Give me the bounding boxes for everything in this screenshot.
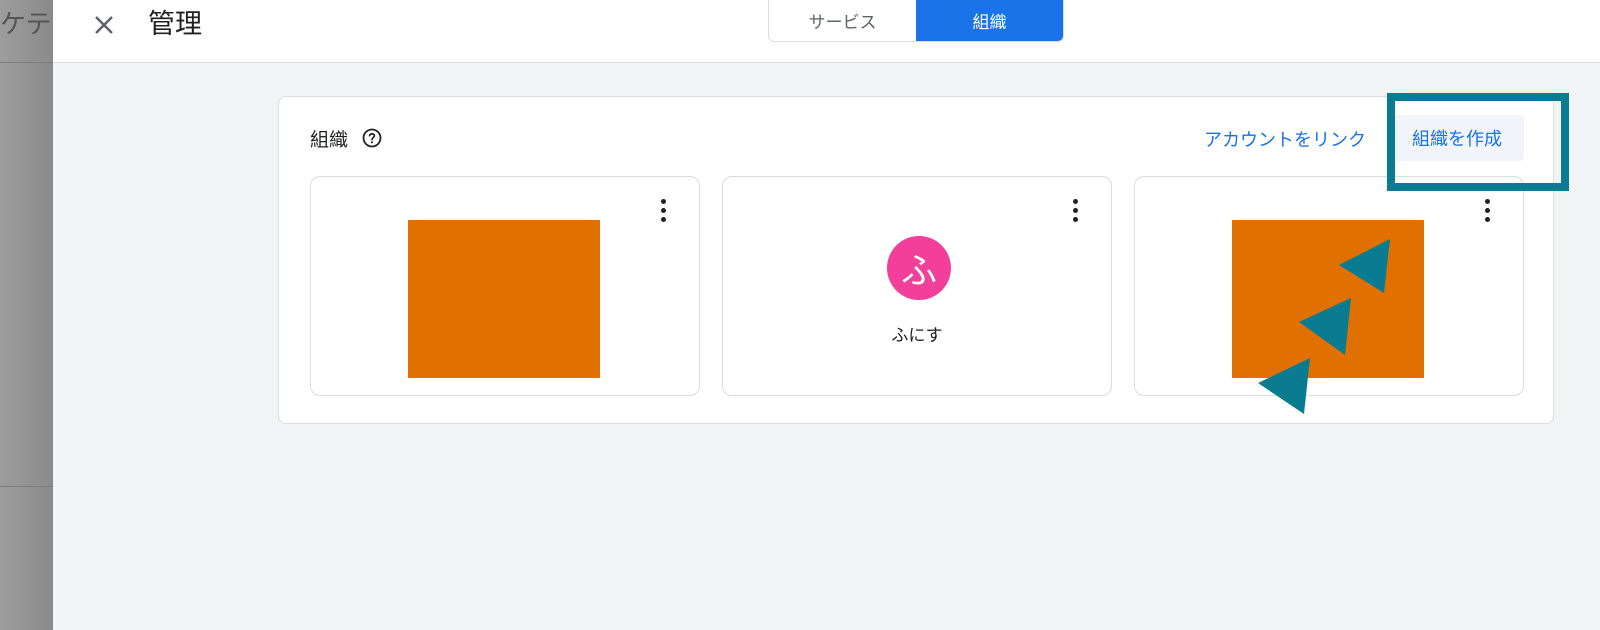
org-logo: [1232, 220, 1424, 378]
link-account-link[interactable]: アカウントをリンク: [1204, 126, 1366, 152]
organizations-card: 組織 アカウントをリンク 組織を作成 ふ ふにす: [278, 96, 1554, 424]
background-page-text: ケテ: [0, 10, 52, 40]
more-vert-icon[interactable]: [651, 195, 675, 225]
org-tile[interactable]: [310, 176, 700, 396]
top-bar: 管理 サービス 組織: [53, 0, 1600, 63]
close-button[interactable]: [87, 8, 121, 42]
org-name: ふにす: [891, 326, 943, 346]
page-title: 管理: [148, 9, 202, 40]
close-icon: [95, 16, 113, 34]
view-toggle: サービス 組織: [768, 0, 1064, 42]
section-title: 組織: [310, 129, 349, 151]
background-divider: [0, 62, 53, 63]
tab-organizations[interactable]: 組織: [916, 0, 1063, 41]
org-tile[interactable]: [1134, 176, 1524, 396]
background-page: ケテ: [0, 0, 53, 630]
avatar: ふ: [887, 236, 951, 300]
admin-panel: 管理 サービス 組織 組織 アカウントをリンク 組織を作成 ふ ふにす: [53, 0, 1600, 630]
background-divider: [0, 486, 53, 487]
tab-services[interactable]: サービス: [769, 0, 916, 41]
org-tile[interactable]: ふ ふにす: [722, 176, 1112, 396]
more-vert-icon[interactable]: [1475, 195, 1499, 225]
create-organization-button[interactable]: 組織を作成: [1390, 115, 1524, 161]
org-logo: [408, 220, 600, 378]
more-vert-icon[interactable]: [1063, 195, 1087, 225]
help-circle-icon[interactable]: [361, 127, 383, 149]
